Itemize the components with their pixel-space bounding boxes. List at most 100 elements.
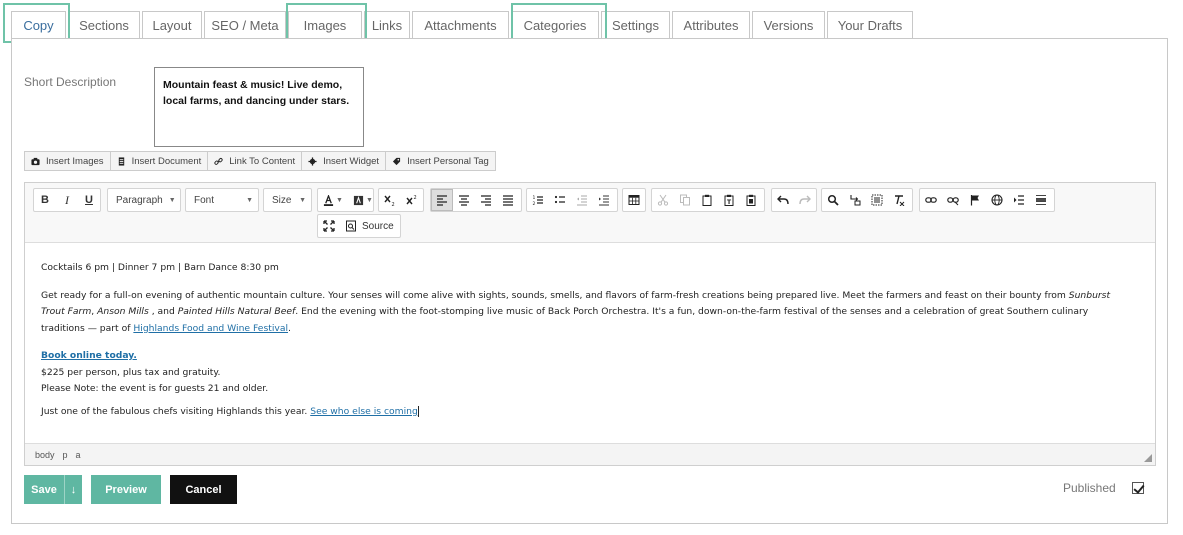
paste-word-button[interactable] <box>740 189 762 211</box>
justify-button[interactable] <box>497 189 519 211</box>
anchor-button[interactable] <box>964 189 986 211</box>
tab-versions[interactable]: Versions <box>752 11 825 39</box>
tab-attributes[interactable]: Attributes <box>672 11 750 39</box>
cancel-button[interactable]: Cancel <box>170 475 237 504</box>
source-label: Source <box>362 220 394 232</box>
size-dropdown[interactable]: Size ▼ <box>263 188 312 212</box>
text-color-icon <box>323 194 334 206</box>
subscript-button[interactable]: 2 <box>379 189 401 211</box>
path-body[interactable]: body <box>35 450 55 460</box>
iframe-button[interactable] <box>986 189 1008 211</box>
bulleted-list-button[interactable] <box>549 189 571 211</box>
align-left-icon <box>437 195 447 206</box>
unlink-button[interactable] <box>942 189 964 211</box>
save-button[interactable]: Save <box>24 475 64 504</box>
insert-document-button[interactable]: Insert Document <box>111 152 209 170</box>
festival-link[interactable]: Highlands Food and Wine Festival <box>133 323 288 334</box>
tab-copy[interactable]: Copy <box>11 11 66 39</box>
show-blocks-icon <box>1014 195 1024 205</box>
paste-text-button[interactable]: T <box>718 189 740 211</box>
tab-your-drafts[interactable]: Your Drafts <box>827 11 913 39</box>
tab-sections[interactable]: Sections <box>68 11 140 39</box>
tab-seo-meta[interactable]: SEO / Meta <box>204 11 286 39</box>
bold-button[interactable]: B <box>34 189 56 211</box>
save-options-button[interactable]: ↓ <box>64 475 82 504</box>
link-button[interactable] <box>920 189 942 211</box>
chevron-down-icon: ▼ <box>299 196 306 204</box>
outdent-button[interactable] <box>571 189 593 211</box>
maximize-button[interactable] <box>318 215 340 237</box>
cut-button[interactable] <box>652 189 674 211</box>
short-description-field[interactable]: Mountain feast & music! Live demo, local… <box>154 67 364 147</box>
element-path-bar: body p a <box>25 443 1155 465</box>
italic-button[interactable]: I <box>56 189 78 211</box>
source-button[interactable]: Source <box>340 215 399 237</box>
tag-icon <box>392 157 401 165</box>
published-toggle: Published <box>1063 481 1144 495</box>
copy-button[interactable] <box>674 189 696 211</box>
tab-categories[interactable]: Categories <box>511 11 599 39</box>
underline-button[interactable]: U <box>78 189 100 211</box>
replace-button[interactable] <box>844 189 866 211</box>
path-a[interactable]: a <box>76 450 81 460</box>
preview-button[interactable]: Preview <box>91 475 161 504</box>
age-note: Please Note: the event is for guests 21 … <box>41 383 269 394</box>
undo-button[interactable] <box>772 189 794 211</box>
clipboard-icon <box>702 194 712 206</box>
font-dropdown[interactable]: Font ▼ <box>185 188 259 212</box>
chevron-down-icon: ▼ <box>246 196 253 204</box>
table-icon <box>628 195 640 205</box>
path-p[interactable]: p <box>63 450 68 460</box>
horizontal-rule-icon <box>1036 195 1046 205</box>
table-button[interactable] <box>623 189 645 211</box>
align-right-button[interactable] <box>475 189 497 211</box>
book-online-link[interactable]: Book online today. <box>41 350 137 361</box>
chevron-down-icon: ▼ <box>336 196 343 204</box>
insert-personal-tag-button[interactable]: Insert Personal Tag <box>386 152 495 170</box>
insert-widget-button[interactable]: Insert Widget <box>302 152 387 170</box>
resize-handle[interactable] <box>1144 454 1152 462</box>
show-blocks-button[interactable] <box>1008 189 1030 211</box>
tab-links[interactable]: Links <box>364 11 410 39</box>
insert-images-button[interactable]: Insert Images <box>25 152 111 170</box>
font-value: Font <box>194 194 215 206</box>
paragraph-format-dropdown[interactable]: Paragraph ▼ <box>107 188 181 212</box>
tab-attachments[interactable]: Attachments <box>412 11 509 39</box>
horizontal-rule-button[interactable] <box>1030 189 1052 211</box>
background-color-icon <box>353 195 364 205</box>
align-center-button[interactable] <box>453 189 475 211</box>
align-left-button[interactable] <box>431 189 453 211</box>
remove-format-button[interactable] <box>888 189 910 211</box>
find-button[interactable] <box>822 189 844 211</box>
svg-text:2: 2 <box>392 202 395 206</box>
tab-settings[interactable]: Settings <box>601 11 670 39</box>
editor-content[interactable]: Cocktails 6 pm | Dinner 7 pm | Barn Danc… <box>41 260 1133 431</box>
paste-button[interactable] <box>696 189 718 211</box>
insert-document-label: Insert Document <box>131 155 202 167</box>
tab-layout[interactable]: Layout <box>142 11 202 39</box>
select-all-button[interactable] <box>866 189 888 211</box>
clipboard-group: T <box>651 188 765 212</box>
justify-icon <box>503 195 513 206</box>
tab-images[interactable]: Images <box>288 11 362 39</box>
text-color-button[interactable]: ▼ <box>318 189 348 211</box>
camera-icon <box>31 157 40 165</box>
numbered-list-icon: 12 <box>533 195 543 206</box>
svg-text:2: 2 <box>414 195 417 201</box>
superscript-icon: 2 <box>406 195 417 205</box>
superscript-button[interactable]: 2 <box>401 189 423 211</box>
numbered-list-button[interactable]: 12 <box>527 189 549 211</box>
bulleted-list-icon <box>554 195 565 204</box>
redo-button[interactable] <box>794 189 816 211</box>
insert-group <box>919 188 1055 212</box>
link-to-content-button[interactable]: Link To Content <box>208 152 303 170</box>
align-right-icon <box>481 195 491 206</box>
link-icon <box>214 157 223 165</box>
background-color-button[interactable]: ▼ <box>348 189 378 211</box>
see-who-else-link[interactable]: See who else is coming <box>310 406 418 417</box>
published-checkbox[interactable] <box>1131 482 1144 494</box>
price-text: $225 per person, plus tax and gratuity. <box>41 366 221 378</box>
indent-button[interactable] <box>593 189 615 211</box>
size-value: Size <box>272 194 292 206</box>
chefs-line: Just one of the fabulous chefs visiting … <box>41 405 419 417</box>
